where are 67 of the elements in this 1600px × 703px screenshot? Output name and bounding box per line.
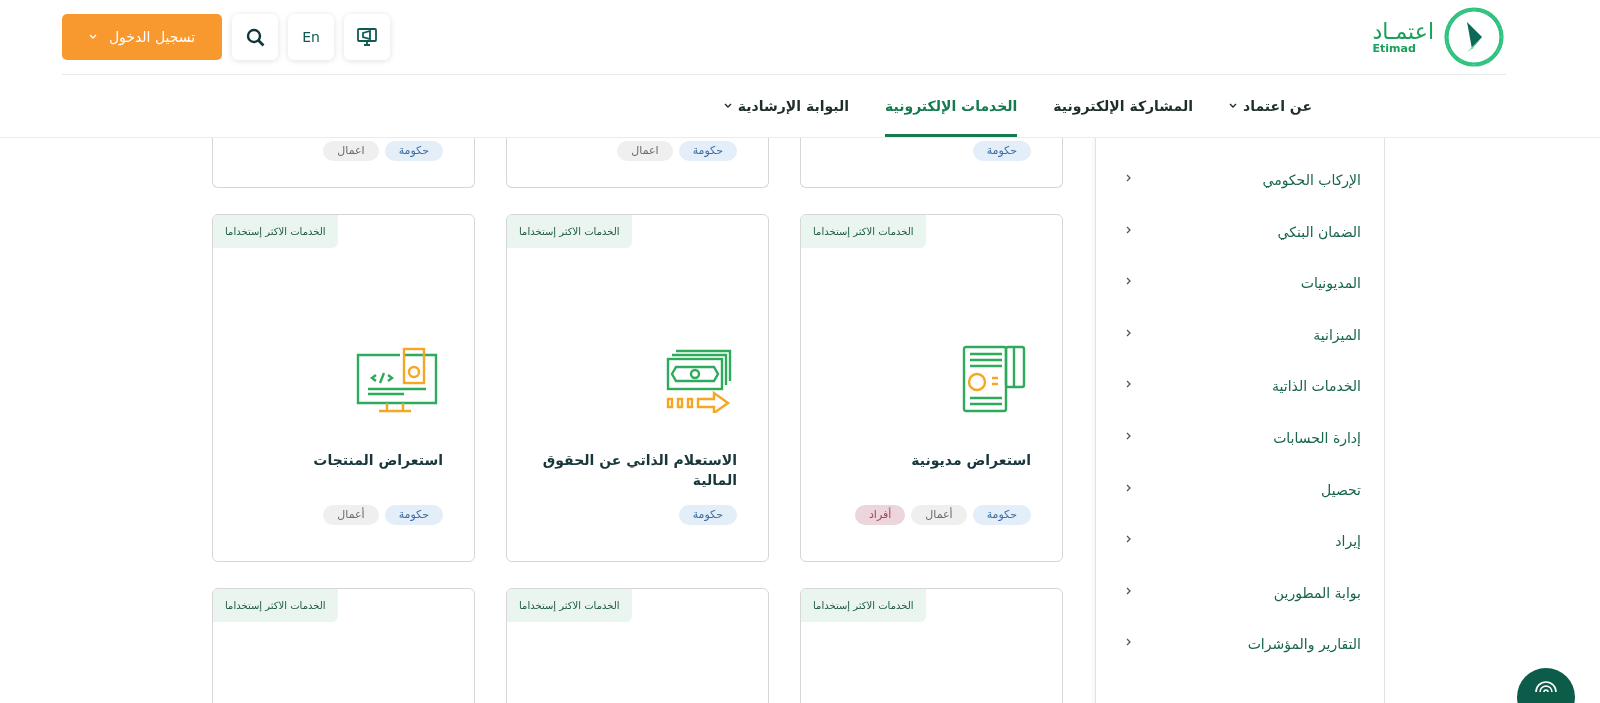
service-card[interactable]: حكومة: [800, 138, 1063, 188]
most-used-label: الخدمات الاكثر إستخداما: [213, 589, 338, 622]
most-used-label: الخدمات الاكثر إستخداما: [507, 589, 632, 622]
chevron-icon: [1126, 225, 1132, 234]
audience-tag: اعمال: [617, 141, 673, 161]
audience-tag: حكومة: [384, 505, 443, 525]
audience-tag: حكومة: [678, 141, 737, 161]
computer-code-icon: [356, 347, 438, 413]
sidebar-item[interactable]: المديونيات: [1096, 275, 1384, 327]
chevron-down-icon: [1229, 103, 1238, 109]
sidebar-item[interactable]: إدارة الحسابات: [1096, 429, 1384, 482]
sidebar-item[interactable]: الضمان البنكي: [1096, 223, 1384, 276]
chevron-icon: [1126, 535, 1132, 544]
service-card[interactable]: الخدمات الاكثر إستخداما استعراض مديونية حكومة أعمال أفراد: [800, 214, 1063, 562]
service-card[interactable]: الخدمات الاكثر إستخداما استعراض المنتجات حكومة أعمال: [212, 214, 475, 562]
audience-tag: حكومة: [384, 141, 443, 161]
service-card[interactable]: الخدمات الاكثر إستخداما: [800, 588, 1063, 703]
audience-tag: أعمال: [911, 505, 967, 525]
sidebar-item[interactable]: تحصيل: [1096, 481, 1384, 534]
chevron-icon: [1126, 174, 1132, 182]
most-used-label: الخدمات الاكثر إستخداما: [801, 215, 926, 248]
chevron-icon: [1126, 483, 1132, 492]
sidebar-item[interactable]: بوابة المطورين: [1096, 584, 1384, 637]
nav-tab[interactable]: عن اعتماد: [1229, 75, 1312, 137]
service-title: الاستعلام الذاتي عن الحقوق المالية: [541, 451, 737, 490]
chevron-icon: [1126, 328, 1132, 337]
sidebar-item[interactable]: الميزانية: [1096, 326, 1384, 379]
chevron-down-icon: [723, 103, 732, 109]
monitor-megaphone-icon: [357, 28, 377, 46]
audience-tag: أفراد: [854, 505, 906, 525]
most-used-label: الخدمات الاكثر إستخداما: [213, 215, 338, 248]
audience-tag: حكومة: [972, 505, 1031, 525]
cash-transfer-icon: [666, 349, 732, 413]
search-button[interactable]: [232, 14, 278, 60]
service-card[interactable]: الخدمات الاكثر إستخداما: [212, 588, 475, 703]
service-card[interactable]: الخدمات الاكثر إستخداما: [506, 588, 769, 703]
chevron-icon: [1126, 586, 1132, 595]
audience-tag: حكومة: [678, 505, 737, 525]
nav-tab[interactable]: المشاركة الإلكترونية: [1053, 75, 1194, 137]
service-card[interactable]: حكومة اعمال: [212, 138, 475, 188]
nav-tab[interactable]: البوابة الإرشادية: [723, 75, 849, 137]
sidebar-item[interactable]: التقارير والمؤشرات: [1096, 636, 1384, 688]
sidebar-item[interactable]: الإركاب الحكومي: [1096, 172, 1384, 224]
service-card[interactable]: حكومة اعمال: [506, 138, 769, 188]
service-card[interactable]: الخدمات الاكثر إستخداما الاستعلام الذاتي عن الحقوق المالية حكومة: [506, 214, 769, 562]
most-used-label: الخدمات الاكثر إستخداما: [507, 215, 632, 248]
document-icon: [962, 345, 1026, 413]
chevron-down-icon: [88, 34, 97, 40]
audience-tag: اعمال: [323, 141, 379, 161]
sidebar-item[interactable]: إيراد: [1096, 533, 1384, 585]
chevron-icon: [1126, 380, 1132, 389]
audience-tag: أعمال: [323, 505, 379, 525]
logo-icon: [1442, 5, 1506, 69]
service-title: استعراض مديونية: [910, 451, 1031, 471]
logo-latin-text: Etimad: [1372, 42, 1416, 54]
announcement-button[interactable]: [344, 14, 390, 60]
chevron-icon: [1126, 638, 1132, 647]
chevron-icon: [1126, 277, 1132, 286]
audience-tag: حكومة: [972, 141, 1031, 161]
fingerprint-icon: [1533, 678, 1559, 692]
language-button[interactable]: En: [288, 14, 334, 60]
most-used-label: الخدمات الاكثر إستخداما: [801, 589, 926, 622]
service-title: استعراض المنتجات: [312, 451, 443, 471]
logo-text: اعتمـاد: [1372, 20, 1434, 43]
sidebar-item[interactable]: الخدمات الذاتية: [1096, 378, 1384, 430]
search-icon: [245, 27, 265, 47]
chevron-icon: [1126, 431, 1132, 440]
